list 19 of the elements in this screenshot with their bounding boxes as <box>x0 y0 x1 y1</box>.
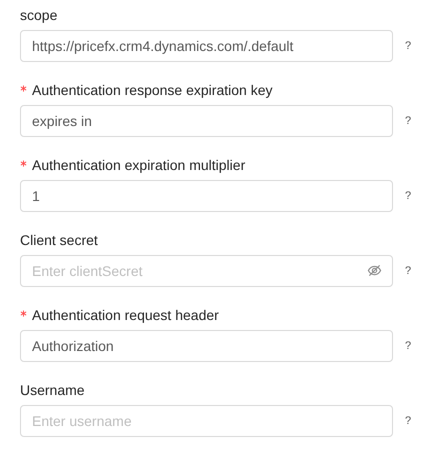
field-label: Authentication expiration multiplier <box>32 157 246 173</box>
help-icon[interactable]: ? <box>405 415 412 427</box>
input-field[interactable]: Authorization <box>20 330 393 362</box>
help-icon[interactable]: ? <box>405 265 412 277</box>
field-label: Authentication response expiration key <box>32 82 272 98</box>
field-label: scope <box>20 7 58 23</box>
field-label: Username <box>20 382 85 398</box>
help-icon[interactable]: ? <box>405 340 412 352</box>
help-icon[interactable]: ? <box>405 115 412 127</box>
help-icon[interactable]: ? <box>405 40 412 52</box>
input-field[interactable]: https://pricefx.crm4.dynamics.com/.default <box>20 30 393 62</box>
input-field[interactable]: Enter clientSecret <box>20 255 393 287</box>
input-field[interactable]: expires in <box>20 105 393 137</box>
input-field[interactable]: Enter username <box>20 405 393 437</box>
field-label: Client secret <box>20 232 98 248</box>
field-label: Authentication request header <box>32 307 219 323</box>
input-field[interactable]: 1 <box>20 180 393 212</box>
eye-slash-icon[interactable] <box>367 263 382 278</box>
help-icon[interactable]: ? <box>405 190 412 202</box>
